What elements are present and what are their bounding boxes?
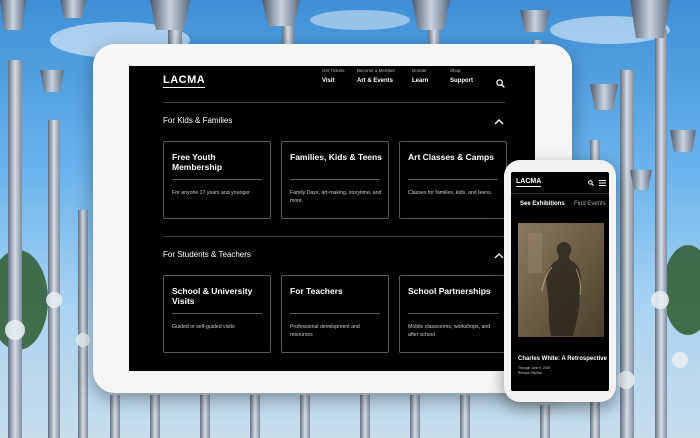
tab-find-events[interactable]: Find Events [574,201,606,207]
card-divider [408,179,498,180]
section-title-students-teachers[interactable]: For Students & Teachers [163,250,251,259]
nav-item-art-events[interactable]: Become a Member Art & Events [357,68,395,84]
card-description: Classes for families, kids, and teens. [408,190,493,196]
nav-utility-link-get-tickets[interactable]: Get Tickets [322,68,345,73]
nav-link-art-events[interactable]: Art & Events [357,78,395,84]
search-icon[interactable] [496,79,505,88]
nav-item-support[interactable]: Shop Support [450,68,473,84]
card-divider [290,313,380,314]
card-title: School Partnerships [408,286,491,296]
nav-utility-link-shop[interactable]: Shop [450,68,473,73]
search-icon[interactable] [588,180,594,186]
card-description: Guided or self-guided visits [172,324,235,330]
phone-screen: LACMA See Exhibitions Find Events Charle… [511,172,609,391]
card-description: Family Days, art-making, storytime, and … [290,190,382,204]
card-description: For anyone 17 years and younger [172,190,250,196]
exhibition-title[interactable]: Charles White: A Retrospective [518,356,607,362]
tablet-device: LACMA Get Tickets Visit Become a Member … [93,44,572,393]
card-title: Free Youth Membership [172,152,223,172]
nav-item-visit[interactable]: Get Tickets Visit [322,68,345,84]
nav-link-visit[interactable]: Visit [322,78,345,84]
card-divider [290,179,380,180]
card-art-classes-camps[interactable]: Art Classes & Camps Classes for families… [399,141,507,219]
nav-link-support[interactable]: Support [450,78,473,84]
section-title-kids-families[interactable]: For Kids & Families [163,116,232,125]
header-divider [163,102,505,103]
card-school-university-visits[interactable]: School & University Visits Guided or sel… [163,275,271,353]
nav-item-learn[interactable]: Donate Learn [412,68,428,84]
site-header: LACMA Get Tickets Visit Become a Member … [129,66,535,102]
card-title: Art Classes & Camps [408,152,494,162]
nav-link-learn[interactable]: Learn [412,78,428,84]
card-title: For Teachers [290,286,343,296]
tablet-screen: LACMA Get Tickets Visit Become a Member … [129,66,535,371]
tab-see-exhibitions[interactable]: See Exhibitions [520,201,565,207]
card-divider [408,313,498,314]
card-description: Mobile classrooms, workshops, and after … [408,324,491,338]
card-description: Professional development and resources [290,324,360,338]
exhibition-location: Resnick Pavilion [518,371,543,375]
card-divider [172,313,262,314]
card-school-partnerships[interactable]: School Partnerships Mobile classrooms, w… [399,275,507,353]
lacma-logo[interactable]: LACMA [163,75,206,88]
nav-utility-link-donate[interactable]: Donate [412,68,428,73]
nav-utility-link-become-member[interactable]: Become a Member [357,68,395,73]
chevron-up-icon[interactable] [494,252,504,259]
card-divider [172,179,262,180]
hamburger-menu-icon[interactable] [599,180,606,186]
exhibition-date: Through June 9, 2019 [518,366,551,370]
section-divider [163,236,505,237]
exhibition-artwork-image[interactable] [518,223,604,337]
chevron-up-icon[interactable] [494,118,504,125]
card-title: School & University Visits [172,286,253,306]
header-divider [511,193,609,194]
card-families-kids-teens[interactable]: Families, Kids & Teens Family Days, art-… [281,141,389,219]
phone-device: LACMA See Exhibitions Find Events Charle… [504,160,616,402]
card-title: Families, Kids & Teens [290,152,382,162]
card-for-teachers[interactable]: For Teachers Professional development an… [281,275,389,353]
lacma-logo[interactable]: LACMA [516,178,542,187]
card-free-youth-membership[interactable]: Free Youth Membership For anyone 17 year… [163,141,271,219]
